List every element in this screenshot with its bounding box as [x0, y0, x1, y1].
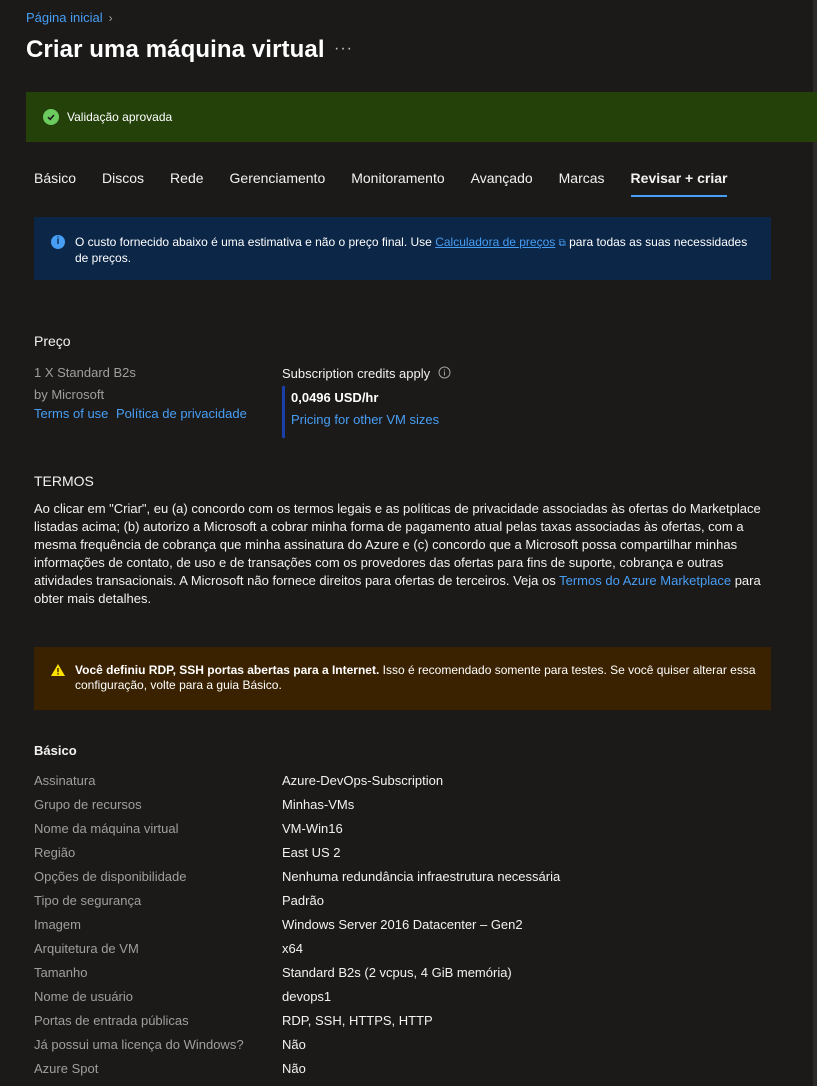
summary-label: Tamanho: [34, 965, 88, 980]
chevron-right-icon: ›: [108, 10, 113, 25]
summary-value: Minhas-VMs: [282, 797, 355, 812]
info-text: O custo fornecido abaixo é uma estimativ…: [75, 235, 755, 266]
breadcrumb-home-link[interactable]: Página inicial: [26, 10, 103, 25]
tab-rede[interactable]: Rede: [170, 170, 203, 200]
breadcrumb: Página inicial ›: [26, 10, 113, 25]
summary-value: Windows Server 2016 Datacenter – Gen2: [282, 917, 523, 932]
tab-marcas[interactable]: Marcas: [559, 170, 605, 200]
scroll-edge: [813, 0, 817, 1086]
terms-of-use-link[interactable]: Terms of use: [34, 406, 108, 421]
warning-text: Você definiu RDP, SSH portas abertas par…: [75, 663, 765, 693]
summary-value: Não: [282, 1037, 306, 1052]
other-vm-sizes-link[interactable]: Pricing for other VM sizes: [291, 412, 439, 427]
tab-revisar-criar[interactable]: Revisar + criar: [630, 170, 727, 200]
validation-banner: Validação aprovada: [26, 92, 817, 142]
summary-value: Azure-DevOps-Subscription: [282, 773, 444, 788]
summary-label: Assinatura: [34, 773, 96, 788]
tab-monitoramento[interactable]: Monitoramento: [351, 170, 444, 200]
price-heading: Preço: [34, 333, 71, 349]
tab-bar: Básico Discos Rede Gerenciamento Monitor…: [34, 170, 753, 200]
pricing-calculator-link[interactable]: Calculadora de preços: [435, 235, 555, 249]
summary-value: RDP, SSH, HTTPS, HTTP: [282, 1013, 433, 1028]
summary-label: Azure Spot: [34, 1061, 99, 1076]
summary-value: x64: [282, 941, 303, 956]
tab-gerenciamento[interactable]: Gerenciamento: [230, 170, 326, 200]
summary-value: VM-Win16: [282, 821, 343, 836]
page-title: Criar uma máquina virtual: [26, 36, 325, 63]
summary-label: Tipo de segurança: [34, 893, 142, 908]
summary-label: Portas de entrada públicas: [34, 1013, 189, 1028]
info-banner: i O custo fornecido abaixo é uma estimat…: [34, 217, 771, 280]
validation-text: Validação aprovada: [67, 110, 173, 124]
summary-label: Nome de usuário: [34, 989, 133, 1004]
tab-avancado[interactable]: Avançado: [471, 170, 533, 200]
info-icon: i: [51, 235, 65, 249]
privacy-policy-link[interactable]: Política de privacidade: [116, 406, 247, 421]
summary-value: Nenhuma redundância infraestrutura neces…: [282, 869, 561, 884]
more-options-icon[interactable]: ···: [334, 40, 353, 58]
summary-label: Imagem: [34, 917, 81, 932]
summary-label: Já possui uma licença do Windows?: [34, 1037, 244, 1052]
summary-value: devops1: [282, 989, 332, 1004]
summary-value: Standard B2s (2 vcpus, 4 GiB memória): [282, 965, 512, 980]
summary-label: Opções de disponibilidade: [34, 869, 187, 884]
summary-label: Grupo de recursos: [34, 797, 142, 812]
warning-banner: Você definiu RDP, SSH portas abertas par…: [34, 647, 771, 710]
subscription-credits-label: Subscription credits apply: [282, 366, 431, 381]
summary-label: Nome da máquina virtual: [34, 821, 179, 836]
terms-text: Ao clicar em "Criar", eu (a) concordo co…: [34, 500, 764, 608]
price-block: 0,0496 USD/hr Pricing for other VM sizes: [282, 386, 439, 438]
tab-discos[interactable]: Discos: [102, 170, 144, 200]
summary-value: Não: [282, 1061, 306, 1076]
azure-marketplace-terms-link[interactable]: Termos do Azure Marketplace: [559, 573, 731, 588]
product-name: 1 X Standard B2s: [34, 365, 136, 380]
summary-value: East US 2: [282, 845, 341, 860]
info-text-before: O custo fornecido abaixo é uma estimativ…: [75, 235, 436, 249]
tab-basico[interactable]: Básico: [34, 170, 76, 200]
price-amount: 0,0496 USD/hr: [291, 390, 379, 405]
basics-heading: Básico: [34, 743, 77, 758]
terms-heading: TERMOS: [34, 473, 94, 489]
external-link-icon: ⧉: [558, 238, 566, 249]
publisher: by Microsoft: [34, 387, 105, 402]
warning-bold: Você definiu RDP, SSH portas abertas par…: [75, 663, 380, 677]
info-circle-icon[interactable]: [438, 366, 451, 382]
summary-value: Padrão: [282, 893, 324, 908]
summary-label: Arquitetura de VM: [34, 941, 139, 956]
summary-label: Região: [34, 845, 76, 860]
warning-icon: [50, 663, 66, 680]
check-circle-icon: [43, 109, 59, 125]
